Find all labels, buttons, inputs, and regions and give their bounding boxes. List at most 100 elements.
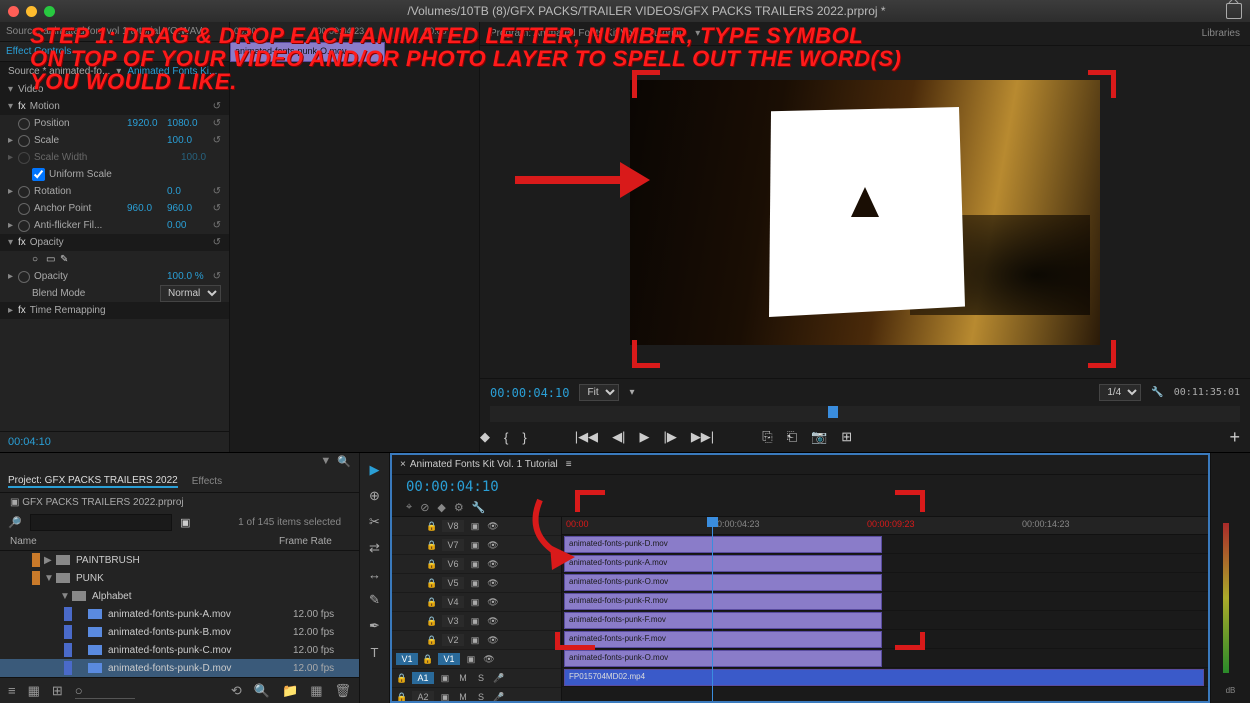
- eye-icon[interactable]: 👁: [482, 654, 496, 665]
- lock-icon[interactable]: 🔒: [426, 597, 438, 608]
- track-header[interactable]: 🔒V6▣👁: [392, 555, 561, 574]
- lock-icon[interactable]: 🔒: [396, 673, 408, 684]
- tool-button[interactable]: ✒: [366, 617, 384, 635]
- clip-row[interactable]: animated-fonts-punk-A.mov12.00 fps: [0, 605, 359, 623]
- pen-mask-icon[interactable]: ✎: [60, 254, 74, 265]
- toggle-icon[interactable]: ▣: [438, 692, 452, 702]
- timeline-clip[interactable]: animated-fonts-punk-O.mov: [564, 650, 882, 667]
- antiflicker-value[interactable]: 0.00: [167, 220, 207, 231]
- eye-icon[interactable]: 👁: [486, 540, 500, 551]
- eye-icon[interactable]: 👁: [486, 521, 500, 532]
- track-header[interactable]: 🔒 V8 ▣ 👁: [392, 517, 561, 536]
- lock-icon[interactable]: 🔒: [426, 521, 438, 532]
- eye-icon[interactable]: 👁: [486, 635, 500, 646]
- stopwatch-icon[interactable]: [18, 203, 30, 215]
- libraries-tab[interactable]: Libraries: [1202, 28, 1240, 39]
- time-remapping-label[interactable]: Time Remapping: [30, 305, 221, 316]
- close-icon[interactable]: [8, 6, 19, 17]
- folder-row[interactable]: ▶PAINTBRUSH: [0, 551, 359, 569]
- stopwatch-icon[interactable]: [18, 186, 30, 198]
- mark-in-button[interactable]: {: [504, 430, 508, 445]
- track-header[interactable]: 🔒V4▣👁: [392, 593, 561, 612]
- eye-icon[interactable]: 👁: [486, 578, 500, 589]
- reset-icon[interactable]: ↺: [207, 101, 221, 112]
- track-header[interactable]: V1 🔒 V1 ▣ 👁: [392, 650, 561, 669]
- automate-icon[interactable]: ⟲: [231, 683, 242, 699]
- new-bin-icon[interactable]: 📁: [282, 683, 298, 699]
- sequence-menu-icon[interactable]: ≡: [566, 459, 572, 470]
- new-item-icon[interactable]: ▦: [310, 683, 322, 699]
- lift-button[interactable]: ⎘: [762, 429, 772, 445]
- linked-selection-icon[interactable]: ⊘: [420, 501, 429, 514]
- track-label[interactable]: V3: [442, 615, 464, 627]
- add-button[interactable]: +: [1229, 427, 1240, 448]
- position-x-value[interactable]: 1920.0: [127, 118, 167, 129]
- lock-icon[interactable]: 🔒: [422, 654, 434, 665]
- eye-icon[interactable]: 👁: [486, 559, 500, 570]
- timeline-clip[interactable]: animated-fonts-punk-F.mov: [564, 631, 882, 648]
- toggle-icon[interactable]: ▣: [468, 597, 482, 608]
- track-header[interactable]: 🔒V3▣👁: [392, 612, 561, 631]
- chevron-icon[interactable]: ▶: [44, 555, 56, 566]
- track-label[interactable]: V8: [442, 520, 464, 532]
- track-header[interactable]: 🔒A2▣MS🎤: [392, 688, 561, 701]
- track-header[interactable]: 🔒V5▣👁: [392, 574, 561, 593]
- find-icon[interactable]: 🔍: [337, 455, 351, 469]
- wrench-icon[interactable]: 🔧: [472, 501, 486, 514]
- folder-row[interactable]: ▼PUNK: [0, 569, 359, 587]
- project-search-input[interactable]: [30, 514, 172, 531]
- mini-clip[interactable]: animated-fonts-punk-O.mov: [230, 42, 385, 62]
- export-frame-button[interactable]: 📷: [811, 429, 827, 445]
- effect-controls-timeline[interactable]: 00:00 00:00:04:23 00:00 animated-fonts-p…: [230, 22, 480, 452]
- opacity-section-label[interactable]: Opacity: [30, 237, 207, 248]
- tool-button[interactable]: ✂: [366, 513, 384, 531]
- track-label[interactable]: V2: [442, 634, 464, 646]
- source-patch[interactable]: V1: [396, 653, 418, 665]
- tool-button[interactable]: ✎: [366, 591, 384, 609]
- track-label[interactable]: A2: [412, 691, 434, 701]
- solo-button[interactable]: S: [474, 673, 488, 683]
- effect-controls-tab[interactable]: Effect Controls: [6, 46, 71, 57]
- mute-button[interactable]: M: [456, 692, 470, 701]
- toggle-icon[interactable]: ▣: [468, 635, 482, 646]
- fit-select[interactable]: Fit: [579, 384, 619, 401]
- goto-in-button[interactable]: |◀◀: [575, 429, 598, 445]
- maximize-icon[interactable]: [44, 6, 55, 17]
- timeline-track[interactable]: [562, 687, 1208, 701]
- position-y-value[interactable]: 1080.0: [167, 118, 207, 129]
- tool-button[interactable]: T: [366, 643, 384, 661]
- stopwatch-icon[interactable]: [18, 271, 30, 283]
- track-label[interactable]: V5: [442, 577, 464, 589]
- toggle-icon[interactable]: ▣: [468, 521, 482, 532]
- project-tree[interactable]: ▶PAINTBRUSH▼PUNK▼Alphabetanimated-fonts-…: [0, 551, 359, 677]
- lock-icon[interactable]: 🔒: [426, 616, 438, 627]
- anchor-x-value[interactable]: 960.0: [127, 203, 167, 214]
- step-back-button[interactable]: ◀|: [612, 429, 625, 445]
- timeline-clip[interactable]: animated-fonts-punk-A.mov: [564, 555, 882, 572]
- track-header[interactable]: 🔒A1▣MS🎤: [392, 669, 561, 688]
- settings-icon[interactable]: ⚙: [454, 501, 464, 514]
- lock-icon[interactable]: 🔒: [426, 635, 438, 646]
- marker-icon[interactable]: ◆: [480, 429, 490, 445]
- step-forward-button[interactable]: |▶: [663, 429, 676, 445]
- timeline-clip[interactable]: animated-fonts-punk-O.mov: [564, 574, 882, 591]
- anchor-y-value[interactable]: 960.0: [167, 203, 207, 214]
- effects-tab[interactable]: Effects: [192, 476, 222, 487]
- mute-button[interactable]: M: [456, 673, 470, 683]
- resolution-select[interactable]: 1/4: [1099, 384, 1141, 401]
- toggle-icon[interactable]: ▣: [464, 654, 478, 665]
- program-monitor[interactable]: [480, 46, 1250, 378]
- track-label[interactable]: V1: [438, 653, 460, 665]
- icon-view-icon[interactable]: ▦: [28, 683, 40, 699]
- program-scrubber[interactable]: [490, 406, 1240, 422]
- clip-row[interactable]: animated-fonts-punk-B.mov12.00 fps: [0, 623, 359, 641]
- toggle-icon[interactable]: ▣: [468, 578, 482, 589]
- timeline-clip[interactable]: animated-fonts-punk-D.mov: [564, 536, 882, 553]
- timeline-track[interactable]: animated-fonts-punk-O.mov: [562, 573, 1208, 592]
- program-timecode[interactable]: 00:00:04:10: [490, 386, 569, 400]
- share-icon[interactable]: [1226, 3, 1242, 19]
- filter-icon[interactable]: ▼: [320, 455, 331, 469]
- rotation-value[interactable]: 0.0: [167, 186, 207, 197]
- timeline-track[interactable]: animated-fonts-punk-A.mov: [562, 554, 1208, 573]
- column-name[interactable]: Name: [10, 536, 279, 547]
